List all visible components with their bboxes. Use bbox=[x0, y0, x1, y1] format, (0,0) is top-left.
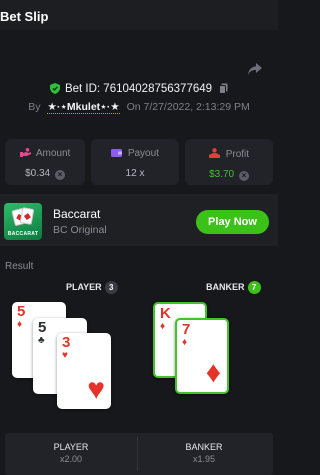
coin-icon: × bbox=[54, 170, 65, 180]
card-rank: K bbox=[160, 305, 171, 322]
copy-icon[interactable] bbox=[219, 83, 228, 97]
diamond-icon: ♦ bbox=[205, 356, 221, 389]
profit-icon bbox=[208, 148, 220, 161]
profit-label: Profit bbox=[225, 149, 250, 160]
card-rank: 5 bbox=[38, 319, 47, 336]
thumbnail-caption: BACCARAT bbox=[7, 231, 39, 237]
card-rank: 5 bbox=[17, 303, 26, 320]
card-suit: ♦ bbox=[160, 321, 166, 332]
on-label: On bbox=[126, 101, 141, 113]
stat-profit: Profit $3.70 × bbox=[185, 139, 273, 185]
card-rank: 7 bbox=[182, 321, 191, 338]
banker-tag: BANKER 7 bbox=[206, 281, 261, 294]
card-glyph bbox=[19, 207, 35, 225]
card-suit: ♣ bbox=[38, 335, 45, 346]
banker-odds: BANKER x1.95 bbox=[138, 442, 270, 464]
player-card-3: 3 ♥ ♥ bbox=[57, 333, 111, 409]
player-score-badge: 3 bbox=[104, 281, 118, 294]
game-provider: BC Original bbox=[53, 224, 107, 236]
card-rank: 3 bbox=[62, 334, 71, 351]
player-tag: PLAYER 3 bbox=[66, 281, 118, 294]
game-info-bar: BACCARAT Baccarat BC Original Play Now bbox=[0, 194, 278, 246]
payout-label: Payout bbox=[127, 148, 159, 159]
amount-value: $0.34 bbox=[25, 168, 51, 179]
odds-footer: PLAYER x2.00 BANKER x1.95 bbox=[5, 433, 273, 475]
baccarat-thumbnail[interactable]: BACCARAT bbox=[4, 203, 42, 240]
card-suit: ♦ bbox=[182, 337, 188, 348]
bet-id-row: Bet ID: 76104028756377649 bbox=[0, 83, 278, 97]
amount-label: Amount bbox=[35, 148, 71, 159]
payout-value: 12 x bbox=[125, 168, 145, 179]
by-label: By bbox=[28, 101, 41, 113]
player-odds-name: PLAYER bbox=[53, 442, 89, 452]
card-suit: ♦ bbox=[17, 319, 23, 330]
bet-timestamp: 7/27/2022, 2:13:29 PM bbox=[143, 101, 250, 113]
game-name: Baccarat bbox=[53, 207, 101, 221]
bet-byline: By ★·⋆Mkulet⋆·★ On 7/27/2022, 2:13:29 PM bbox=[0, 101, 278, 114]
share-icon[interactable] bbox=[247, 62, 263, 76]
banker-odds-name: BANKER bbox=[185, 442, 223, 452]
banker-score-badge: 7 bbox=[247, 281, 261, 294]
banker-card-2: 7 ♦ ♦ bbox=[175, 318, 229, 394]
result-label: Result bbox=[5, 261, 34, 272]
player-odds: PLAYER x2.00 bbox=[5, 442, 137, 464]
money-hand-icon bbox=[19, 148, 31, 160]
banker-odds-multiplier: x1.95 bbox=[192, 454, 216, 464]
username-link[interactable]: ★·⋆Mkulet⋆·★ bbox=[47, 101, 120, 114]
player-name: PLAYER bbox=[66, 282, 102, 292]
card-suit: ♥ bbox=[62, 350, 68, 361]
heart-icon: ♥ bbox=[87, 373, 105, 406]
coin-icon: × bbox=[238, 171, 249, 181]
page-title: Bet Slip bbox=[0, 9, 49, 24]
shield-icon bbox=[49, 83, 60, 97]
player-odds-multiplier: x2.00 bbox=[59, 454, 83, 464]
profit-value: $3.70 bbox=[209, 169, 235, 180]
top-bar: Bet Slip bbox=[0, 0, 278, 30]
banker-name: BANKER bbox=[206, 282, 245, 292]
stat-payout: Payout 12 x bbox=[91, 139, 179, 185]
play-now-button[interactable]: Play Now bbox=[196, 210, 269, 234]
stat-amount: Amount $0.34 × bbox=[5, 139, 85, 185]
bet-id-text: Bet ID: 76104028756377649 bbox=[64, 83, 213, 95]
wallet-icon bbox=[111, 148, 123, 160]
